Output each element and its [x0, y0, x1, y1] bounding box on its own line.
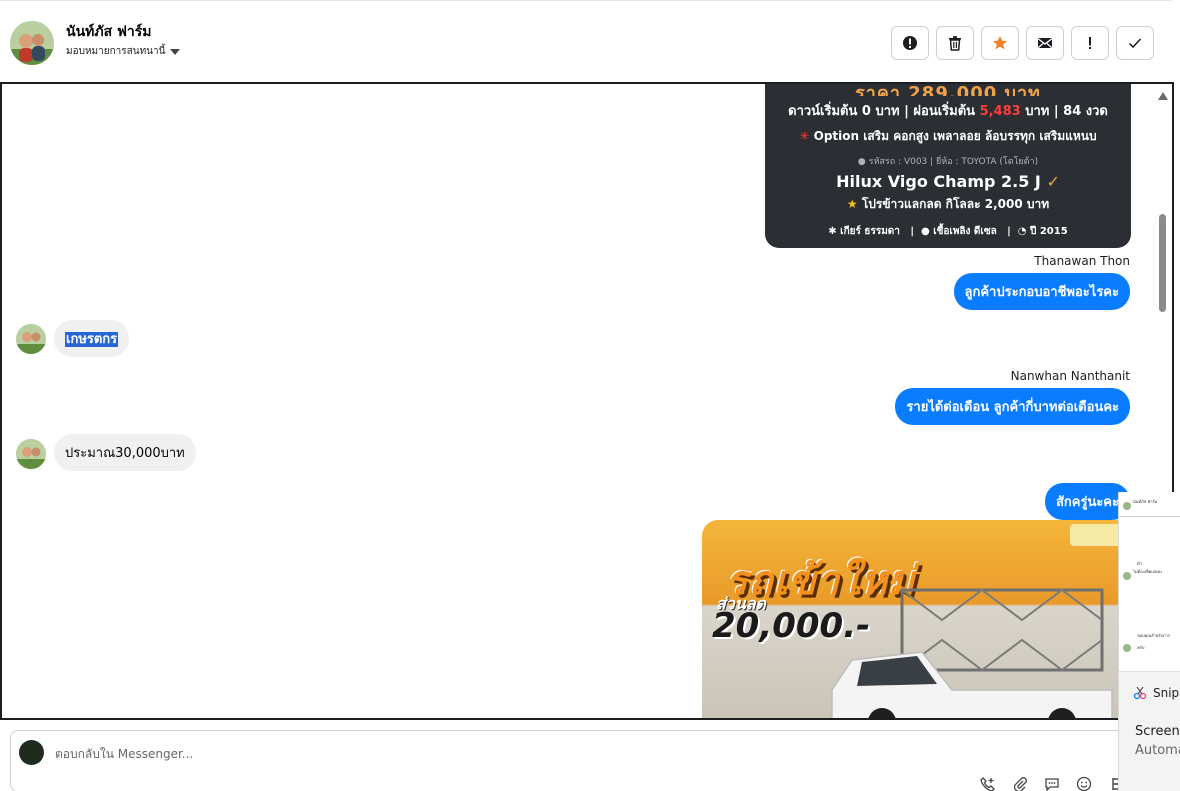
card-price: ราคา 289,000 บาท — [855, 83, 1041, 96]
exclamation-icon — [1089, 37, 1091, 49]
incoming-message[interactable]: ประมาณ30,000บาท — [54, 434, 196, 471]
reply-input[interactable]: ตอบกลับใน Messenger... — [55, 745, 193, 764]
gear-icon: ✱ — [828, 226, 837, 237]
notification-title: Screens — [1135, 724, 1180, 739]
contact-name[interactable]: นันท์ภัส ฟาร์ม — [66, 21, 152, 43]
delete-button[interactable] — [936, 26, 974, 60]
checkmark-icon — [1128, 38, 1142, 49]
thumbnail-text: ขอบคุณสำหรับการ — [1137, 633, 1170, 638]
snip-app-label: Snip — [1133, 686, 1179, 700]
card-financing: ดาวน์เริ่มต้น 0 บาท | ผ่อนเริ่มต้น 5,483… — [788, 104, 1108, 119]
header-actions — [891, 26, 1154, 60]
alert-circle-icon — [903, 36, 917, 50]
thumbnail-avatar — [1123, 644, 1131, 652]
mark-unread-button[interactable] — [1026, 26, 1064, 60]
envelope-icon — [1038, 38, 1052, 48]
screenshot-thumbnail[interactable]: นันท์ภัส ฟาร์ม ตัว ไม่ต้องเช็คเลยคะ ขอบค… — [1119, 492, 1180, 672]
star-icon: ★ — [846, 197, 858, 211]
attachment-paperclip-icon[interactable] — [1011, 775, 1029, 791]
notification-body: Automa — [1135, 743, 1180, 758]
message-composer: ตอบกลับใน Messenger... — [0, 720, 1180, 791]
sender-name: Thanawan Thon — [1034, 254, 1130, 268]
assign-conversation-dropdown[interactable]: มอบหมายการสนทนานี้ — [66, 44, 181, 59]
fuel-drop-icon: ● — [920, 226, 930, 237]
assign-label: มอบหมายการสนทนานี้ — [66, 46, 166, 57]
thumbnail-text: นันท์ภัส ฟาร์ม — [1133, 499, 1158, 504]
snipping-tool-icon — [1133, 686, 1147, 700]
card-model: Hilux Vigo Champ 2.5 J ✓ — [836, 172, 1060, 191]
scroll-thumb[interactable] — [1159, 214, 1166, 312]
saved-replies-icon[interactable] — [1043, 775, 1061, 791]
star-icon — [992, 36, 1008, 50]
thumbnail-divider — [1119, 516, 1180, 517]
speedometer-icon: ◔ — [1017, 226, 1027, 237]
chevron-down-icon — [170, 48, 181, 55]
card-installment: 5,483 — [979, 104, 1021, 119]
verified-check-icon: ✓ — [1046, 172, 1060, 191]
incoming-message[interactable]: เกษรตกร — [54, 320, 130, 357]
trash-icon — [949, 36, 961, 51]
composer-toolbar — [979, 775, 1125, 791]
mark-done-button[interactable] — [1116, 26, 1154, 60]
contact-avatar-small — [16, 324, 46, 354]
screenshot-notification-panel[interactable]: นันท์ภัส ฟาร์ม ตัว ไม่ต้องเช็คเลยคะ ขอบค… — [1118, 492, 1180, 791]
tag-icon: ● — [857, 157, 866, 167]
card-code: ● รหัสรถ : V003 | ยี่ห้อ : TOYOTA (โตโยต… — [857, 157, 1039, 167]
pickup-truck-illustration — [831, 588, 1113, 718]
contact-avatar[interactable] — [10, 21, 54, 65]
thumbnail-text: ครับ — [1137, 645, 1145, 650]
sender-name: Nanwhan Nanthanit — [1010, 369, 1130, 383]
report-spam-button[interactable] — [891, 26, 929, 60]
star-button[interactable] — [981, 26, 1019, 60]
page-avatar — [19, 740, 44, 765]
message-thread[interactable]: ราคา 289,000 บาท ดาวน์เริ่มต้น 0 บาท | ผ… — [0, 82, 1174, 720]
reply-box[interactable]: ตอบกลับใน Messenger... — [10, 730, 1130, 791]
contact-avatar-small — [16, 439, 46, 469]
promo-image[interactable]: รถเข้าใหม่ ส่วนลด 20,000.- — [702, 520, 1132, 718]
card-options: ✳ Option เสริม คอกสูง เพลาลอย ล้อบรรทุก … — [799, 129, 1097, 143]
thumbnail-avatar — [1123, 572, 1131, 580]
outgoing-message[interactable]: รายได้ต่อเดือน ลูกค้ากี่บาทต่อเดือนคะ — [895, 388, 1130, 425]
card-specs: ✱ เกียร์ ธรรมดา | ● เชื้อเพลิง ดีเซล | ◔… — [828, 226, 1068, 237]
thumbnail-avatar — [1123, 502, 1131, 510]
call-add-icon[interactable] — [979, 775, 997, 791]
thumbnail-text: ตัว — [1137, 561, 1142, 566]
car-listing-card[interactable]: ราคา 289,000 บาท ดาวน์เริ่มต้น 0 บาท | ผ… — [765, 83, 1131, 248]
conversation-header: นันท์ภัส ฟาร์ม มอบหมายการสนทนานี้ — [0, 0, 1172, 82]
asterisk-icon: ✳ — [799, 129, 810, 143]
emoji-icon[interactable] — [1075, 775, 1093, 791]
card-promo: ★ โปรข้าวแลกลด กิโลละ 2,000 บาท — [846, 197, 1050, 211]
outgoing-message[interactable]: ลูกค้าประกอบอาชีพอะไรคะ — [953, 273, 1130, 310]
thumbnail-text: ไม่ต้องเช็คเลยคะ — [1133, 569, 1163, 574]
scroll-up-arrow-icon[interactable] — [1158, 92, 1168, 100]
follow-up-button[interactable] — [1071, 26, 1109, 60]
